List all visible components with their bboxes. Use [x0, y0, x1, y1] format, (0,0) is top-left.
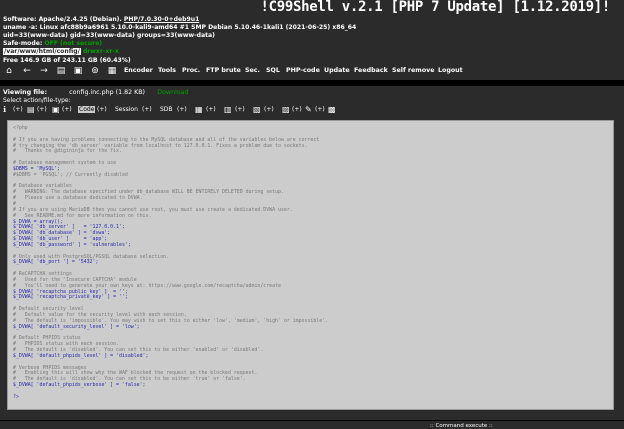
- info-icon[interactable]: ℹ: [3, 105, 6, 114]
- type-option[interactable]: (+): [264, 106, 274, 113]
- ftp-brute-link[interactable]: FTP brute: [206, 67, 241, 74]
- exe-icon[interactable]: ▨: [282, 105, 290, 114]
- forward-icon[interactable]: →: [39, 66, 49, 76]
- path-info: /var/www/html/config/ drwxr-xr-x: [3, 48, 119, 55]
- free-space-info: Free 146.9 GB of 243.11 GB (60.43%): [3, 57, 131, 64]
- type-option[interactable]: (+): [315, 106, 325, 113]
- uname-info: uname -a: Linux afc88b9a6961 5.10.0-kali…: [3, 24, 356, 31]
- type-option[interactable]: (+): [62, 106, 72, 113]
- php-code-link[interactable]: PHP-code: [286, 67, 320, 74]
- current-path-link[interactable]: /var/www/html/config/: [3, 48, 81, 55]
- image-icon[interactable]: ▦: [195, 105, 203, 114]
- shell-title: !C99Shell v.2.1 [PHP 7 Update] [1.12.201…: [260, 0, 610, 15]
- select-action-label: Select action/file-type:: [3, 97, 71, 104]
- encoder-link[interactable]: Encoder: [124, 67, 153, 74]
- command-execute-bar: [0, 421, 624, 429]
- software-value: Apache/2.4.25 (Debian).: [38, 16, 122, 23]
- safemode-label: Safe-mode:: [3, 40, 43, 47]
- safemode-value: OFF (not secure): [44, 40, 103, 47]
- software-info: Software: Apache/2.4.25 (Debian). PHP/7.…: [3, 16, 199, 23]
- code-line: ?>: [13, 393, 19, 400]
- software-label: Software:: [3, 16, 37, 23]
- download-link[interactable]: Download: [157, 89, 188, 96]
- source-code-view: <?php # If you are having problems connec…: [7, 120, 614, 410]
- download-icon[interactable]: ▩: [328, 105, 336, 114]
- refresh-icon[interactable]: ▣: [73, 66, 83, 76]
- tools-link[interactable]: Tools: [158, 67, 176, 74]
- viewed-file-name: config.inc.php (1.82 KB): [69, 89, 146, 96]
- type-sdb[interactable]: SDB: [160, 106, 173, 113]
- type-code-active[interactable]: Code: [78, 106, 96, 113]
- html-icon[interactable]: ▥: [224, 105, 232, 114]
- search-icon[interactable]: ⊚: [90, 66, 100, 76]
- sql-link[interactable]: SQL: [266, 67, 280, 74]
- feedback-link[interactable]: Feedback: [354, 67, 388, 74]
- type-option[interactable]: (+): [206, 106, 216, 113]
- logout-link[interactable]: Logout: [438, 67, 463, 74]
- home-icon[interactable]: ⌂: [4, 66, 14, 76]
- type-option[interactable]: (+): [292, 106, 302, 113]
- back-icon[interactable]: ←: [22, 66, 32, 76]
- type-option[interactable]: (+): [235, 106, 245, 113]
- uname-value: Linux afc88b9a6961 5.10.0-kali9-amd64 #1…: [39, 24, 357, 31]
- type-option[interactable]: (+): [177, 106, 187, 113]
- sec-link[interactable]: Sec.: [245, 67, 260, 74]
- type-option[interactable]: (+): [97, 106, 107, 113]
- file-type-selector: ℹ (+) ▤ (+) ▣ (+) Code (+) Session (+) S…: [2, 105, 622, 115]
- up-icon[interactable]: ▤: [56, 66, 66, 76]
- proc-link[interactable]: Proc.: [182, 67, 200, 74]
- type-session[interactable]: Session: [115, 106, 138, 113]
- ini-icon[interactable]: ▧: [253, 105, 261, 114]
- viewing-label: Viewing file:: [3, 89, 47, 96]
- self-remove-link[interactable]: Self remove: [392, 67, 435, 74]
- uid-info: uid=33(www-data) gid=33(www-data) groups…: [3, 32, 215, 39]
- toolbar: ⌂ ← → ▤ ▣ ⊚ ▦ Encoder Tools Proc. FTP br…: [0, 66, 624, 78]
- type-option[interactable]: (+): [37, 106, 47, 113]
- safemode-info: Safe-mode: OFF (not secure): [3, 40, 102, 47]
- command-execute-label: :: Command execute ::: [430, 423, 493, 429]
- path-permissions: drwxr-xr-x: [82, 48, 119, 55]
- viewing-file-line: Viewing file: config.inc.php (1.82 KB) D…: [3, 89, 189, 96]
- edit-icon[interactable]: ✎: [305, 105, 312, 114]
- type-option[interactable]: (+): [13, 106, 23, 113]
- php-version-link[interactable]: PHP/7.0.30-0+deb9u1: [124, 16, 199, 23]
- update-link[interactable]: Update: [324, 67, 350, 74]
- type-option[interactable]: (+): [142, 106, 152, 113]
- code-icon[interactable]: ▣: [52, 105, 60, 114]
- uname-label: uname -a:: [3, 24, 38, 31]
- text-icon[interactable]: ▤: [27, 105, 35, 114]
- buffer-icon[interactable]: ▦: [107, 66, 117, 76]
